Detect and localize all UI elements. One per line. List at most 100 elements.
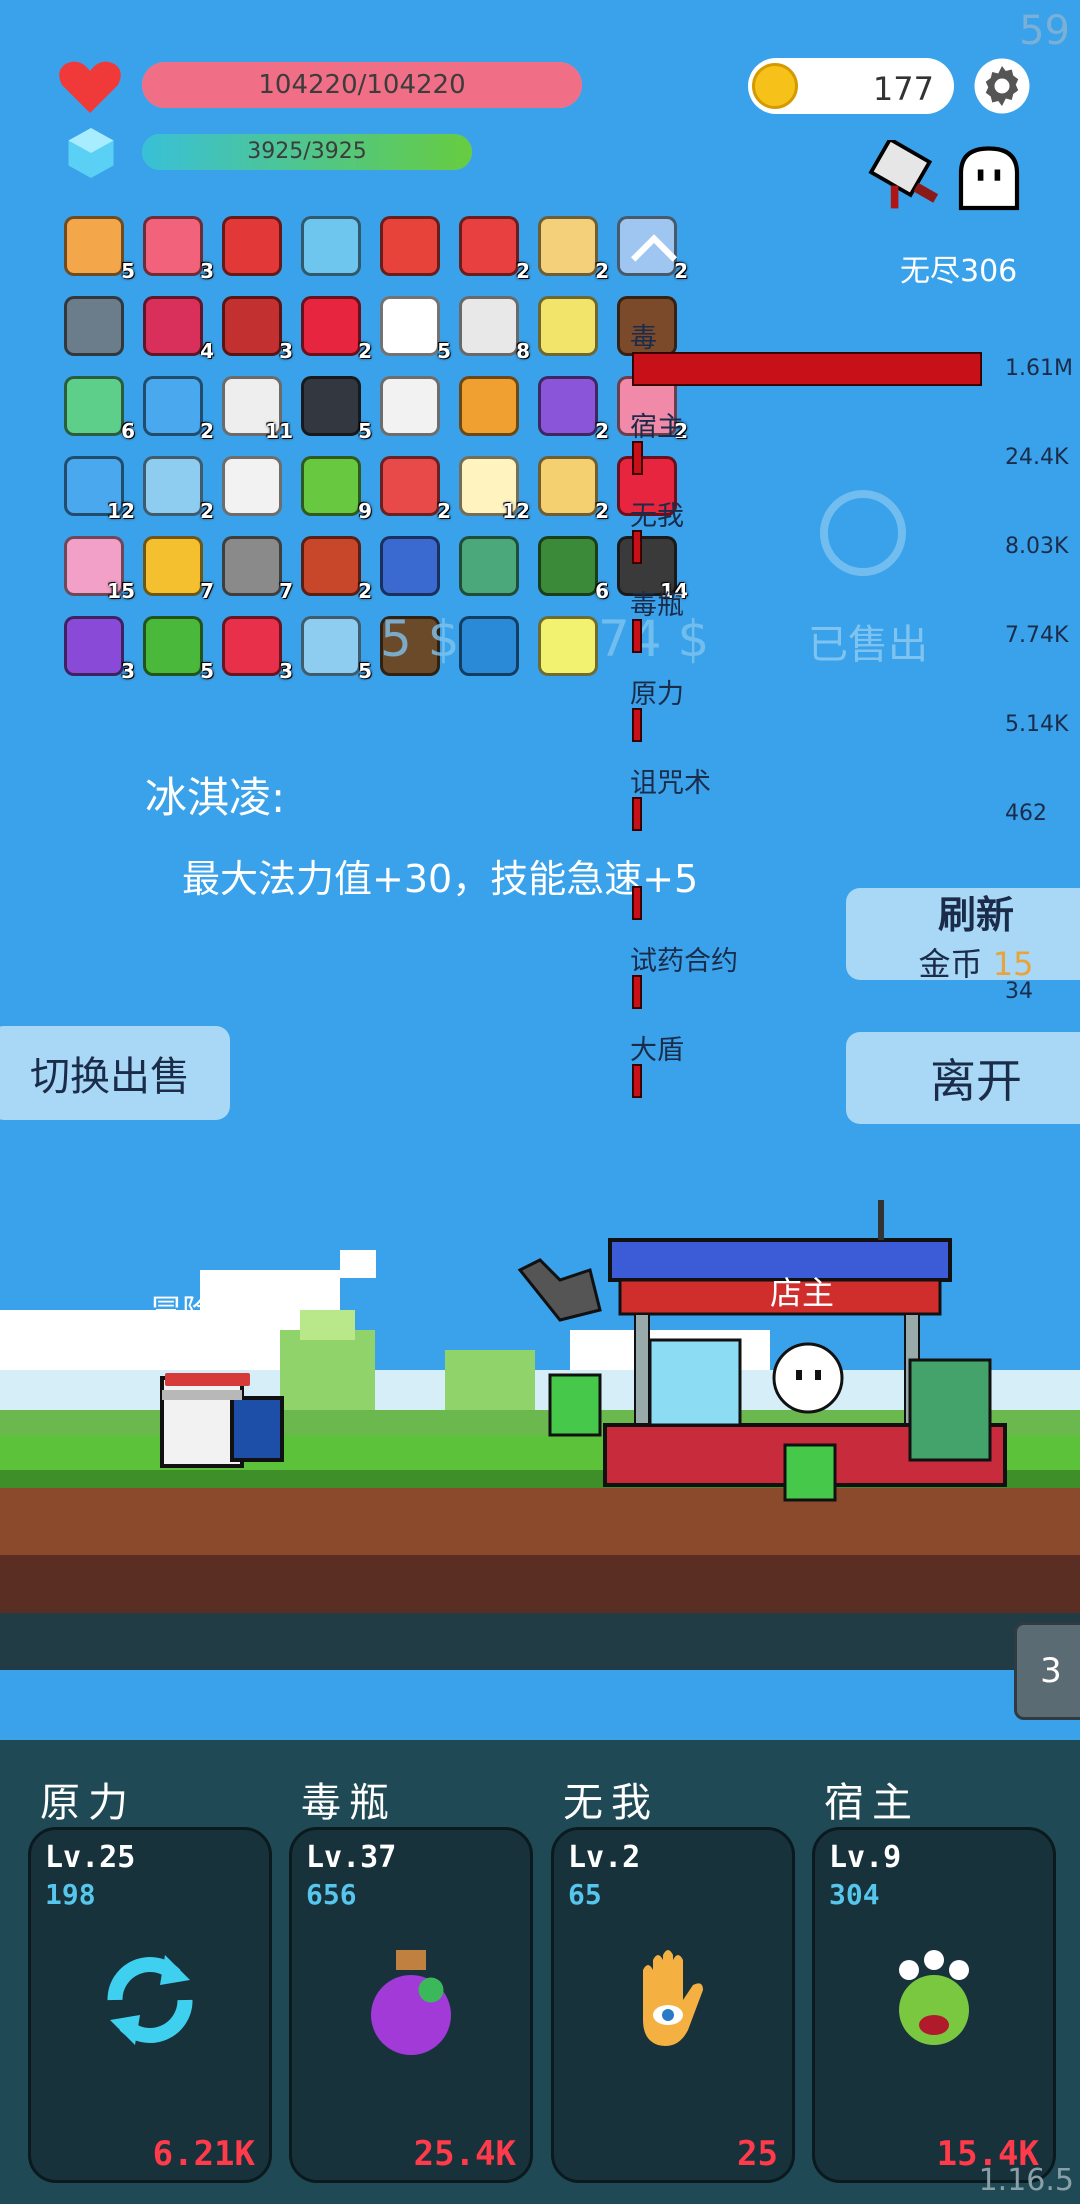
map-icon[interactable]: 2 [538,456,609,523]
ghost-avatar-icon [954,144,1024,216]
envelope-icon[interactable] [222,456,282,516]
damage-bar [632,886,642,920]
item-count: 6 [121,419,135,443]
cloud-icon[interactable]: 8 [459,296,530,363]
crystal-ball-icon[interactable]: 3 [64,616,135,683]
potion-flask-icon[interactable]: 3 [222,296,293,363]
book-icon[interactable]: 5 [64,216,135,283]
green-card-icon[interactable] [538,296,598,356]
sock-icon[interactable] [380,216,440,276]
item-count: 2 [437,499,451,523]
jam-jar-icon[interactable]: 4 [143,296,214,363]
green-idol-icon[interactable]: 6 [64,376,135,443]
wings-icon[interactable] [380,376,440,436]
fried-egg-icon[interactable]: 12 [459,456,530,523]
magnet-icon[interactable] [222,216,282,276]
green-monster-icon[interactable]: 5 [143,616,214,683]
refresh-cost: 金币 15 [919,939,1034,985]
damage-bar [632,530,642,564]
target-icon[interactable] [459,536,519,596]
purple-chest-icon[interactable]: 2 [538,376,609,443]
bow-icon[interactable]: 2 [301,536,372,603]
apple-icon[interactable]: 2 [459,216,530,283]
damage-bar [632,441,643,475]
green-monster-icon [874,1940,994,2060]
skill-card[interactable]: Lv.9 304 15.4K [812,1827,1056,2183]
item-count: 3 [200,259,214,283]
poison-bottle-icon [351,1940,471,2060]
lime-icon[interactable]: 9 [301,456,372,523]
skill-damage: 25 [737,2134,778,2174]
skill-card[interactable]: Lv.2 65 25 [551,1827,795,2183]
scroll-icon[interactable]: 2 [143,456,214,523]
coin-display: 177 [748,58,954,114]
mp-text: 3925/3925 [247,139,367,164]
lightbulb-card-icon[interactable] [538,616,598,676]
refresh-cost-label: 金币 [918,944,983,983]
refresh-icon [90,1940,210,2060]
blue-gem-icon[interactable] [459,616,519,676]
side-tab[interactable]: 3 [1014,1622,1080,1720]
magic-wand-icon[interactable]: 7 [143,536,214,603]
damage-bar [632,708,642,742]
item-count: 5 [437,339,451,363]
coin-icon [752,63,798,109]
stopwatch-icon[interactable]: 2 [143,376,214,443]
damage-value: 1.61M [1005,356,1073,381]
skill-name: 宿主 [824,1780,920,1826]
skill-name: 原力 [40,1780,136,1826]
grenade-icon[interactable]: 6 [538,536,609,603]
item-count: 15 [107,579,135,603]
item-count: 2 [595,499,609,523]
item-count: 2 [200,419,214,443]
item-count: 4 [200,339,214,363]
skill-card[interactable]: Lv.25 198 6.21K [28,1827,272,2183]
damage-source-label: 无我 [630,501,684,532]
damage-source-label: 原力 [630,679,684,710]
strawberry-icon[interactable]: 2 [301,296,372,363]
compass-icon[interactable]: 7 [222,536,293,603]
gift-icon[interactable]: 2 [380,456,451,523]
ice-cream-icon[interactable]: 15 [64,536,135,603]
orange-flask-icon[interactable] [459,376,519,436]
skill-trigger-count: 656 [306,1878,357,1911]
item-count: 5 [121,259,135,283]
shield-icon[interactable] [380,536,440,596]
heart-icon [55,50,125,120]
item-count: 3 [279,659,293,683]
magnifier-icon[interactable] [301,216,361,276]
skill-trigger-count: 198 [45,1878,96,1911]
item-count: 2 [358,579,372,603]
star-card-icon[interactable]: 12 [64,456,135,523]
leave-button[interactable]: 离开 [846,1032,1080,1124]
item-count: 3 [279,339,293,363]
ghost-icon[interactable]: 5 [380,296,451,363]
playing-cards-icon[interactable]: 11 [222,376,293,443]
switch-sell-button[interactable]: 切换出售 [0,1026,230,1120]
damage-source-label: 毒 [630,323,657,354]
mushroom-icon[interactable]: 3 [222,616,293,683]
damage-source-label: 大盾 [630,1035,684,1066]
coin-count: 177 [872,70,934,108]
cleaver-icon [868,136,944,216]
item-count: 2 [358,339,372,363]
watermelon-icon[interactable]: 3 [143,216,214,283]
damage-value: 24.4K [1005,445,1069,470]
damage-source-label: 试药合约 [630,946,738,977]
halo-icon[interactable]: 5 [301,616,372,683]
settings-gear-icon[interactable] [972,56,1032,116]
item-count: 9 [358,499,372,523]
tooltip-title: 冰淇凌: [145,773,286,822]
beer-icon[interactable]: 2 [538,216,609,283]
cauldron-icon[interactable]: 5 [301,376,372,443]
item-count: 2 [595,259,609,283]
skill-name: 毒瓶 [301,1780,397,1826]
skill-card[interactable]: Lv.37 656 25.4K [289,1827,533,2183]
damage-source-label: 诅咒术 [630,768,711,799]
item-count: 5 [358,659,372,683]
collapse-chevron-icon[interactable] [628,232,680,266]
refresh-button[interactable]: 刷新 金币 15 [846,888,1080,983]
item-count: 5 [200,659,214,683]
damage-bar [632,352,982,386]
mortar-icon[interactable] [64,296,124,356]
